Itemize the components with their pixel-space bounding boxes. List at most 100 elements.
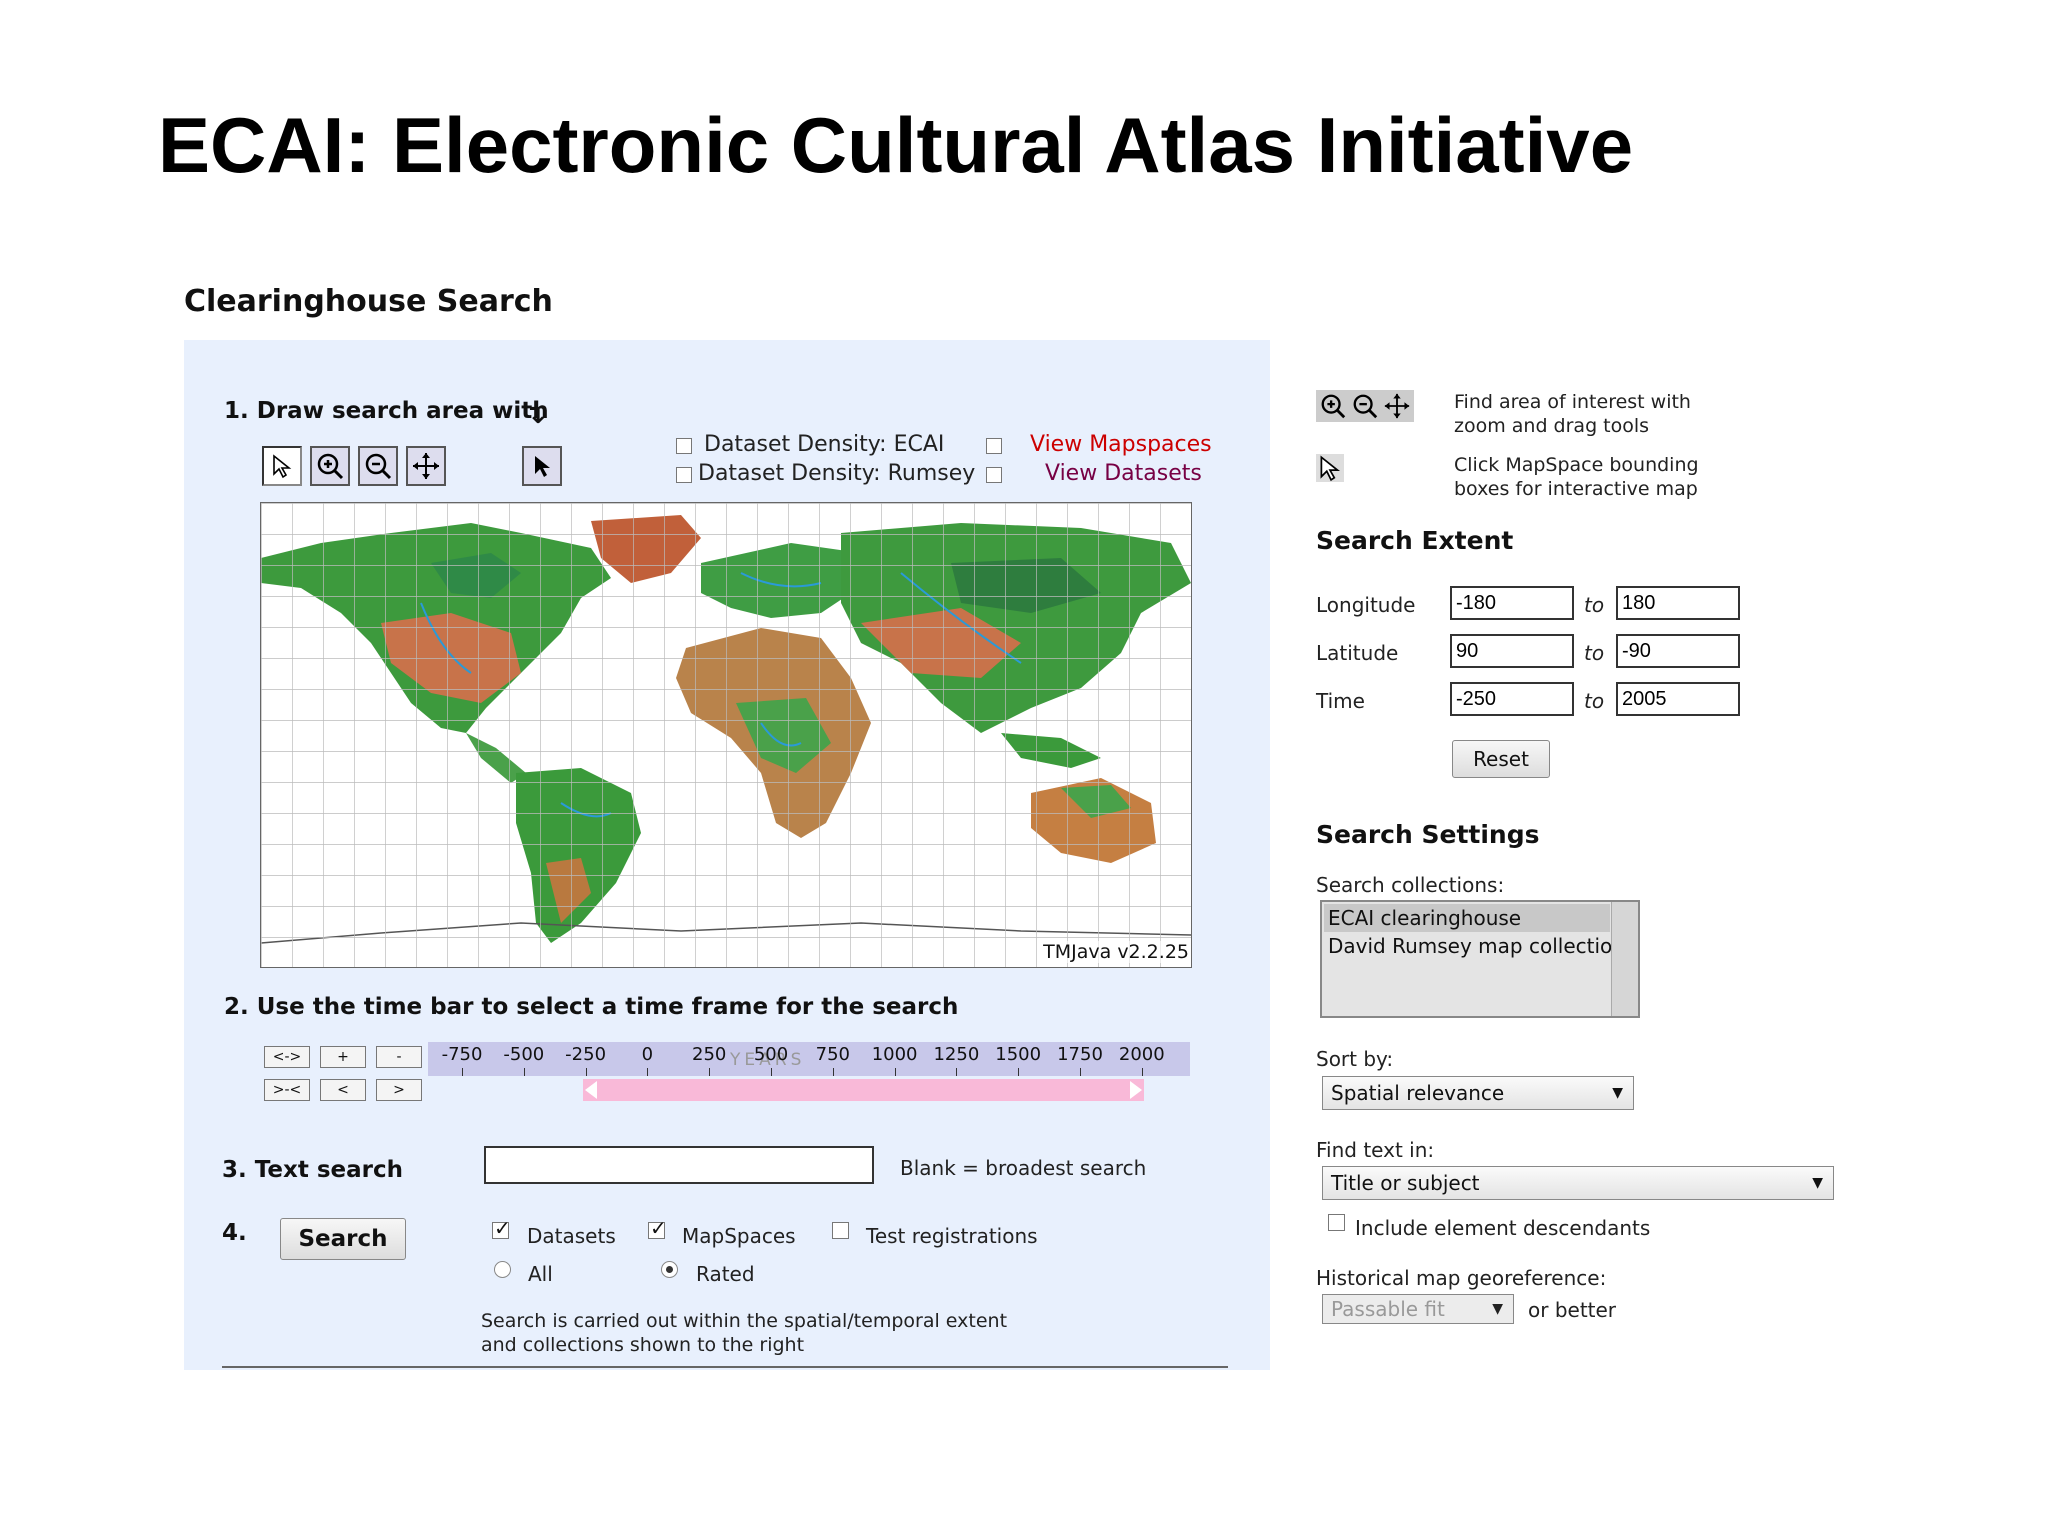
pan-icon: [413, 453, 439, 479]
historical-georef-select[interactable]: Passable fit ▼: [1322, 1294, 1514, 1324]
time-tick-label: 0: [641, 1044, 654, 1065]
text-search-input[interactable]: [484, 1146, 874, 1184]
collections-label: Search collections:: [1316, 873, 1505, 897]
time-forward-button[interactable]: >: [376, 1079, 422, 1101]
time-selection-range[interactable]: [583, 1079, 1145, 1101]
zoom-out-icon: [1353, 394, 1378, 419]
view-mapspaces-link[interactable]: View Mapspaces: [1030, 432, 1212, 457]
time-tick-label: -750: [441, 1044, 483, 1065]
latitude-to-label: to: [1584, 641, 1605, 665]
find-text-label: Find text in:: [1316, 1138, 1435, 1162]
time-tick-label: -250: [565, 1044, 607, 1065]
sort-label: Sort by:: [1316, 1047, 1394, 1071]
all-label: All: [528, 1262, 553, 1286]
time-tick-mark: [1141, 1068, 1143, 1076]
pan-tool-button[interactable]: [406, 446, 446, 486]
test-registrations-checkbox[interactable]: [832, 1222, 849, 1239]
time-tick-label: 1000: [871, 1044, 918, 1065]
or-better-label: or better: [1528, 1298, 1617, 1322]
clearinghouse-title: Clearinghouse Search: [184, 284, 553, 319]
time-tick-mark: [832, 1068, 834, 1076]
sort-value: Spatial relevance: [1331, 1081, 1505, 1105]
density-ecai-label: Dataset Density: ECAI: [704, 432, 945, 457]
latitude-to-input[interactable]: [1616, 634, 1740, 668]
pan-icon: [1384, 393, 1410, 419]
include-descendants-label: Include element descendants: [1355, 1216, 1651, 1240]
zoom-in-tool-button[interactable]: [310, 446, 350, 486]
search-extent-title: Search Extent: [1316, 526, 1514, 555]
zoom-in-icon: [317, 453, 344, 480]
time-to-input[interactable]: [1616, 682, 1740, 716]
time-tick-label: 500: [753, 1044, 789, 1065]
time-tick-label: 1750: [1057, 1044, 1103, 1065]
time-end-handle[interactable]: [1130, 1081, 1143, 1099]
dropdown-arrow-icon: ▼: [1492, 1301, 1503, 1317]
time-tick-mark: [894, 1068, 896, 1076]
historical-georef-value: Passable fit: [1331, 1297, 1445, 1321]
time-tick-mark: [709, 1068, 711, 1076]
help-mapspace-line2: boxes for interactive map: [1454, 478, 1698, 500]
search-button[interactable]: Search: [280, 1218, 406, 1260]
reset-button[interactable]: Reset: [1452, 740, 1550, 778]
view-datasets-checkbox[interactable]: [986, 467, 1002, 483]
all-radio[interactable]: [494, 1261, 511, 1278]
density-rumsey-label: Dataset Density: Rumsey: [698, 461, 976, 486]
collection-option[interactable]: David Rumsey map collection: [1324, 932, 1625, 960]
longitude-to-input[interactable]: [1616, 586, 1740, 620]
time-contract-button[interactable]: >-<: [264, 1079, 310, 1101]
density-rumsey-checkbox[interactable]: [676, 467, 692, 483]
include-descendants-checkbox[interactable]: [1328, 1214, 1345, 1231]
panel-divider: [222, 1366, 1228, 1368]
time-tick-label: 2000: [1118, 1044, 1165, 1065]
time-zoom-in-button[interactable]: +: [320, 1046, 366, 1068]
time-zoom-out-button[interactable]: -: [376, 1046, 422, 1068]
time-from-input[interactable]: [1450, 682, 1574, 716]
time-tick-mark: [771, 1068, 772, 1076]
step4-label: 4.: [222, 1220, 247, 1246]
zoom-tools-sample: [1316, 390, 1414, 422]
historical-georef-label: Historical map georeference:: [1316, 1266, 1607, 1290]
step3-label: 3. Text search: [222, 1157, 403, 1183]
help-mapspace-line1: Click MapSpace bounding: [1454, 454, 1699, 476]
time-label: Time: [1316, 689, 1365, 713]
longitude-from-input[interactable]: [1450, 586, 1574, 620]
mapspace-pointer-button[interactable]: [522, 446, 562, 486]
search-settings-title: Search Settings: [1316, 820, 1540, 849]
time-tick-mark: [1080, 1068, 1081, 1076]
select-arrow-icon: [1320, 455, 1340, 482]
search-note-line2: and collections shown to the right: [481, 1334, 805, 1356]
step1-label: 1. Draw search area with: [224, 398, 549, 424]
time-tick-mark: [523, 1068, 525, 1076]
world-map-graphic: [261, 503, 1191, 967]
time-to-label: to: [1584, 689, 1605, 713]
zoom-in-icon: [1321, 394, 1346, 419]
zoom-out-tool-button[interactable]: [358, 446, 398, 486]
sort-select[interactable]: Spatial relevance ▼: [1322, 1076, 1634, 1110]
time-expand-button[interactable]: <->: [264, 1046, 310, 1068]
rated-radio[interactable]: [661, 1261, 678, 1278]
collection-option[interactable]: ECAI clearinghouse: [1324, 904, 1610, 932]
time-back-button[interactable]: <: [320, 1079, 366, 1101]
datasets-label: Datasets: [527, 1224, 616, 1248]
time-start-handle[interactable]: [585, 1081, 598, 1099]
longitude-label: Longitude: [1316, 593, 1416, 617]
zoom-out-icon: [365, 453, 392, 480]
latitude-from-input[interactable]: [1450, 634, 1574, 668]
select-tool-button[interactable]: [262, 446, 302, 486]
mapspaces-checkbox[interactable]: ✓: [648, 1216, 667, 1240]
datasets-checkbox[interactable]: ✓: [492, 1216, 511, 1240]
collections-listbox[interactable]: ECAI clearinghouse David Rumsey map coll…: [1320, 900, 1640, 1018]
dropdown-arrow-icon: ▼: [1812, 1175, 1823, 1191]
find-text-select[interactable]: Title or subject ▼: [1322, 1166, 1834, 1200]
world-map[interactable]: TMJava v2.2.25: [260, 502, 1192, 968]
view-mapspaces-checkbox[interactable]: [986, 438, 1002, 454]
time-tick-label: 750: [815, 1044, 850, 1065]
time-tick-label: 1500: [995, 1044, 1042, 1065]
select-arrow-icon: [273, 454, 292, 479]
density-ecai-checkbox[interactable]: [676, 438, 692, 454]
time-tick-mark: [1018, 1068, 1020, 1076]
help-zoom-line1: Find area of interest with: [1454, 391, 1691, 413]
collections-scrollbar[interactable]: [1611, 902, 1638, 1016]
view-datasets-link[interactable]: View Datasets: [1045, 461, 1202, 486]
map-version-label: TMJava v2.2.25: [1043, 941, 1189, 963]
